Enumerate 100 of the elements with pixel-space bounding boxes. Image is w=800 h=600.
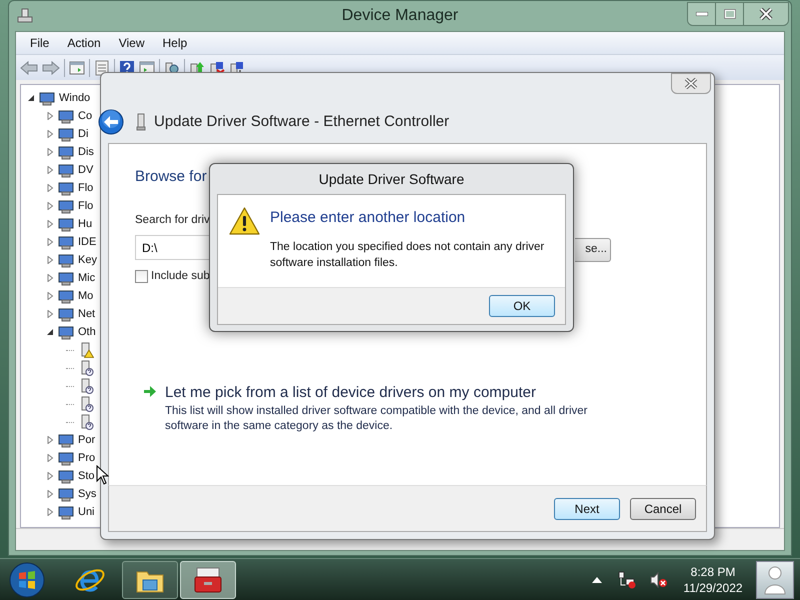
tree-item-label[interactable]: Mo — [78, 288, 94, 304]
taskbar-button[interactable] — [180, 560, 236, 598]
device-icon — [58, 468, 74, 484]
expand-icon[interactable] — [46, 310, 54, 318]
maximize-icon — [724, 9, 736, 19]
device-icon — [58, 108, 74, 124]
close-icon — [684, 78, 698, 89]
clock-date: 11/29/2022 — [683, 580, 743, 596]
tree-item-label[interactable]: Hu — [78, 216, 92, 232]
device-icon — [58, 288, 74, 304]
expand-icon[interactable] — [46, 166, 54, 174]
start-button[interactable] — [8, 560, 46, 598]
subfolders-label: Include sub — [151, 269, 210, 284]
device-icon — [58, 486, 74, 502]
expand-icon[interactable] — [46, 220, 54, 228]
tree-item-label[interactable]: Key — [78, 252, 97, 268]
device-icon — [58, 252, 74, 268]
network-icon[interactable] — [618, 570, 636, 588]
menu-item[interactable]: View — [110, 34, 152, 52]
tree-item-label[interactable]: Di — [78, 126, 88, 142]
tree-item-label[interactable]: IDE — [78, 234, 96, 250]
device-icon — [58, 216, 74, 232]
expand-icon[interactable] — [46, 292, 54, 300]
tree-item-label[interactable]: Windo — [59, 90, 90, 106]
forward-arrow-icon[interactable] — [42, 60, 60, 74]
device-icon — [58, 198, 74, 214]
tree-item-label[interactable]: Oth — [78, 324, 96, 340]
minimize-button[interactable] — [688, 3, 716, 25]
network-adapter-icon — [136, 113, 146, 131]
search-label: Search for driv — [135, 213, 210, 228]
device-icon — [58, 180, 74, 196]
device-icon — [39, 90, 55, 106]
expand-icon[interactable] — [46, 148, 54, 156]
tree-item-label[interactable]: Uni — [78, 504, 95, 520]
expand-icon[interactable] — [46, 130, 54, 138]
path-field[interactable]: D:\ — [135, 235, 210, 260]
expand-icon[interactable] — [46, 184, 54, 192]
browse-button[interactable]: se... — [575, 238, 611, 262]
menu-item[interactable]: Help — [154, 34, 196, 52]
subfolders-checkbox[interactable] — [135, 270, 148, 284]
tree-item-label[interactable]: Mic — [78, 270, 96, 286]
message-heading: Please enter another location — [270, 208, 466, 228]
tree-item-label[interactable]: DV — [78, 162, 94, 178]
volume-muted-icon[interactable] — [650, 570, 668, 588]
tree-item-label[interactable]: Co — [78, 108, 92, 124]
message-box-title: Update Driver Software — [318, 170, 464, 189]
clock[interactable]: 8:28 PM 11/29/2022 — [680, 564, 746, 596]
device-icon — [58, 450, 74, 466]
option-link[interactable]: Let me pick from a list of device drivers on my computer — [165, 382, 615, 404]
warning-icon — [229, 207, 260, 235]
maximize-button[interactable] — [716, 3, 744, 25]
expand-icon[interactable] — [46, 238, 54, 246]
device-icon — [58, 162, 74, 178]
tree-item-label[interactable]: Pro — [78, 450, 96, 466]
expand-icon[interactable] — [46, 202, 54, 210]
close-icon — [759, 8, 773, 20]
expand-icon[interactable] — [46, 274, 54, 282]
device-icon — [58, 306, 74, 322]
expand-icon[interactable] — [46, 472, 54, 480]
tree-item-label[interactable]: Net — [78, 306, 96, 322]
device-icon — [58, 126, 74, 142]
tree-item-label[interactable]: Dis — [78, 144, 94, 160]
arrow-icon — [143, 384, 157, 398]
device-icon — [58, 270, 74, 286]
expand-icon[interactable] — [46, 490, 54, 498]
dialog-button[interactable]: Cancel — [630, 498, 696, 520]
clock-time: 8:28 PM — [690, 564, 736, 580]
expand-icon[interactable] — [46, 256, 54, 264]
tree-item-label[interactable]: Sto — [78, 468, 95, 484]
user-tile[interactable] — [756, 560, 794, 598]
device-icon — [58, 144, 74, 160]
properties-icon[interactable] — [94, 60, 110, 76]
device-icon — [58, 432, 74, 448]
tree-item-label[interactable]: Por — [78, 432, 96, 448]
device-icon — [58, 504, 74, 520]
collapse-icon[interactable] — [27, 94, 35, 102]
ok-button[interactable]: OK — [489, 295, 555, 317]
expand-icon[interactable] — [46, 454, 54, 462]
show-hidden-icons-icon[interactable] — [592, 576, 602, 582]
collapse-icon[interactable] — [46, 328, 54, 336]
taskbar-button[interactable] — [122, 560, 178, 598]
back-arrow-icon[interactable] — [20, 60, 38, 74]
expand-icon[interactable] — [46, 436, 54, 444]
back-button[interactable] — [98, 109, 124, 135]
window-title: Device Manager — [342, 6, 458, 26]
menu-item[interactable]: Action — [59, 34, 109, 52]
tree-item-label[interactable]: Flo — [78, 198, 94, 214]
expand-icon[interactable] — [46, 112, 54, 120]
menu-item[interactable]: File — [22, 34, 58, 52]
device-icon — [58, 324, 74, 340]
minimize-icon — [696, 12, 708, 16]
device-icon — [58, 234, 74, 250]
dialog-button[interactable]: Next — [554, 498, 620, 520]
dialog-title: Update Driver Software - Ethernet Controller — [154, 112, 450, 132]
user-silhouette-icon — [764, 564, 786, 594]
page-heading: Browse for — [135, 167, 207, 186]
tree-item-label[interactable]: Sys — [78, 486, 96, 502]
panel-icon[interactable] — [69, 60, 85, 76]
tree-item-label[interactable]: Flo — [78, 180, 94, 196]
expand-icon[interactable] — [46, 508, 54, 516]
